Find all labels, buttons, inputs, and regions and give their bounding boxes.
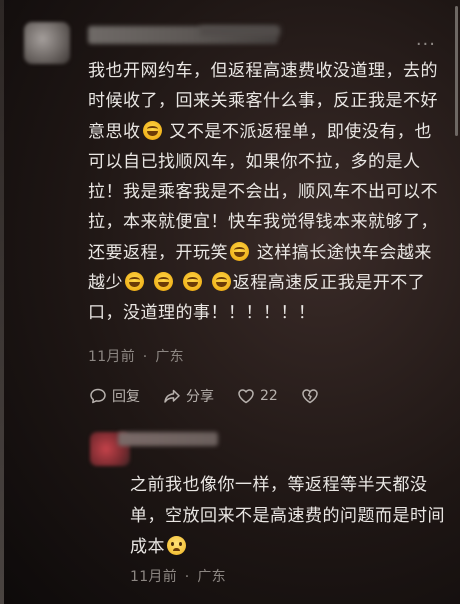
reply-time: 11月前	[130, 569, 178, 585]
more-options-button[interactable]: ···	[416, 36, 436, 54]
reply-button[interactable]: 回复	[88, 386, 140, 406]
share-label: 分享	[186, 389, 214, 405]
left-edge	[0, 0, 4, 604]
comment-body[interactable]: 我也开网约车，但返程高速费收没道理，去的时候收了，回来关乘客什么事，反正我是不好…	[88, 56, 446, 329]
comment-meta: 11月前 · 广东	[88, 346, 184, 366]
broken-heart-icon	[302, 389, 318, 404]
laugh-cry-icon	[211, 272, 231, 292]
scrollbar[interactable]	[455, 6, 458, 136]
meta-separator: ·	[142, 349, 148, 365]
laugh-cry-icon	[142, 120, 162, 140]
avatar[interactable]	[24, 22, 70, 64]
meta-separator: ·	[184, 569, 190, 585]
comment-text-part-2: 又不是不派返程单，即使没有，也可以自已找顺风车，如果你不拉，多的是人拉！我是乘客…	[88, 121, 438, 263]
laugh-cry-icon	[153, 272, 173, 292]
comment-time: 11月前	[88, 349, 136, 365]
reply-username-blurred[interactable]	[118, 432, 218, 446]
like-count: 22	[260, 388, 278, 404]
laugh-cry-icon	[230, 241, 249, 261]
reply-icon	[90, 388, 106, 404]
reply-label: 回复	[112, 389, 140, 405]
comment-thread-screen: ··· 我也开网约车，但返程高速费收没道理，去的时候收了，回来关乘客什么事，反正…	[0, 0, 460, 604]
laugh-cry-icon	[125, 272, 144, 292]
comment-location: 广东	[155, 349, 184, 365]
reply-meta: 11月前 · 广东	[130, 566, 226, 586]
username-blurred-extra	[200, 26, 280, 36]
share-button[interactable]: 分享	[162, 386, 214, 406]
reply-body[interactable]: 之前我也像你一样，等返程等半天都没单，空放回来不是高速费的问题而是时间成本	[130, 470, 450, 563]
worried-face-icon	[167, 536, 186, 555]
heart-icon	[238, 389, 254, 404]
like-button[interactable]: 22	[236, 386, 278, 406]
share-icon	[164, 389, 180, 403]
dislike-button[interactable]	[300, 386, 324, 406]
laugh-cry-icon	[182, 272, 202, 292]
reply-location: 广东	[197, 569, 226, 585]
comment-actions: 回复 分享 22	[88, 384, 346, 408]
